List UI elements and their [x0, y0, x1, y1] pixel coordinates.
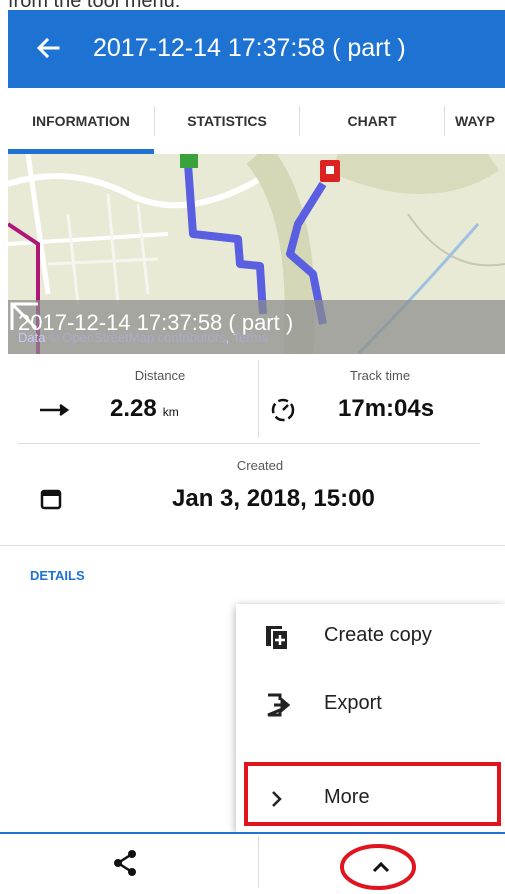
start-marker-icon	[180, 154, 198, 168]
osm-attribution-link[interactable]: © OpenStreetMap contributors	[49, 330, 226, 345]
expand-map-icon[interactable]	[8, 300, 42, 334]
tab-waypoints[interactable]: WAYP	[445, 88, 505, 154]
map-caption-bar: 2017-12-14 17:37:58 ( part ) Data © Open…	[8, 300, 505, 354]
tab-bar: INFORMATION STATISTICS CHART WAYP	[8, 88, 505, 155]
menu-item-label: Export	[324, 692, 382, 714]
export-icon	[267, 693, 290, 717]
section-divider	[0, 545, 505, 546]
calendar-icon	[40, 489, 62, 510]
share-icon[interactable]	[110, 848, 140, 878]
copy-icon	[266, 626, 289, 650]
arrow-right-icon	[40, 403, 70, 417]
distance-number: 2.28	[110, 395, 157, 422]
details-link[interactable]: DETAILS	[30, 568, 85, 583]
arrow-left-icon[interactable]	[28, 28, 68, 68]
bottom-bar-divider	[258, 836, 259, 888]
stats-divider	[258, 360, 259, 438]
distance-unit: km	[162, 405, 179, 419]
menu-item-create-copy[interactable]: Create copy	[236, 604, 505, 670]
row-divider	[18, 443, 480, 444]
attribution-separator: ,	[225, 330, 233, 345]
terms-link[interactable]: Terms	[233, 330, 268, 345]
track-map[interactable]: 2017-12-14 17:37:58 ( part ) Data © Open…	[8, 154, 505, 354]
menu-item-label: Create copy	[324, 624, 432, 646]
distance-label: Distance	[134, 368, 186, 383]
menu-item-export[interactable]: Export	[236, 672, 505, 738]
stopwatch-icon	[271, 398, 295, 422]
track-time-value: 17m:04s	[338, 395, 435, 422]
highlight-oval	[340, 844, 416, 890]
more-highlight-box	[244, 762, 501, 826]
tab-statistics[interactable]: STATISTICS	[155, 88, 299, 154]
created-label: Created	[236, 458, 284, 473]
tab-chart[interactable]: CHART	[300, 88, 444, 154]
track-time-label: Track time	[349, 368, 411, 383]
created-value: Jan 3, 2018, 15:00	[172, 485, 375, 512]
tab-information[interactable]: INFORMATION	[8, 88, 154, 154]
app-bar: 2017-12-14 17:37:58 ( part )	[8, 10, 505, 88]
map-attribution: Data © OpenStreetMap contributors, Terms	[18, 330, 268, 345]
bottom-bar	[0, 832, 505, 894]
distance-value: 2.28 km	[110, 395, 179, 423]
page-title: 2017-12-14 17:37:58 ( part )	[93, 34, 406, 62]
